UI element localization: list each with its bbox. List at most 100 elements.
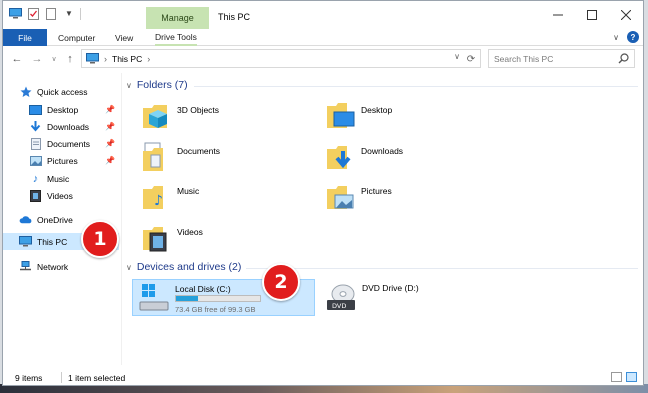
sidebar-item-quick-access[interactable]: Quick access [3, 83, 119, 100]
folder-label: Videos [177, 227, 203, 237]
back-button[interactable]: ← [10, 52, 24, 66]
search-placeholder: Search This PC [494, 53, 554, 64]
breadcrumb-this-pc[interactable]: This PC [112, 54, 142, 64]
tab-view[interactable]: View [115, 29, 133, 46]
file-explorer-window: ▼ Manage This PC File Computer View Driv… [2, 0, 644, 386]
minimize-icon [553, 14, 563, 16]
sidebar-item-desktop[interactable]: Desktop 📌 [3, 101, 119, 118]
properties-icon[interactable] [26, 7, 40, 20]
document-icon [29, 137, 42, 150]
breadcrumb-separator-icon: › [104, 53, 107, 64]
annotation-badge-2: 2 [262, 263, 300, 301]
qat-dropdown-icon[interactable]: ▼ [62, 7, 76, 20]
folder-videos[interactable]: Videos [141, 218, 311, 258]
recent-locations-button[interactable]: ∨ [47, 52, 61, 66]
folder-pictures[interactable]: Pictures [325, 177, 495, 217]
sidebar-item-label: Desktop [47, 104, 79, 115]
address-bar[interactable]: › This PC › ∨ ⟳ [81, 49, 481, 68]
sidebar-item-videos[interactable]: Videos [3, 187, 119, 204]
tab-file[interactable]: File [3, 29, 47, 46]
details-view-icon[interactable] [611, 372, 622, 382]
sidebar-item-label: Network [37, 261, 69, 272]
download-icon [29, 120, 42, 133]
chevron-down-icon: ∨ [126, 262, 132, 272]
pin-icon[interactable]: 📌 [105, 139, 115, 148]
status-selection: 1 item selected [68, 372, 126, 383]
minimize-button[interactable] [542, 5, 574, 25]
group-divider [246, 268, 638, 269]
close-icon [621, 10, 631, 20]
arrow-right-icon: → [31, 53, 43, 65]
drive-usage-fill [176, 296, 198, 301]
chevron-down-icon: ∨ [51, 56, 57, 63]
desktop-folder-icon [325, 100, 355, 132]
manage-tab[interactable]: Manage [146, 7, 209, 29]
tab-computer[interactable]: Computer [58, 29, 95, 46]
group-title: Devices and drives (2) [136, 261, 242, 273]
up-button[interactable]: ↑ [63, 52, 77, 66]
pin-icon[interactable]: 📌 [105, 105, 115, 114]
sidebar-item-network[interactable]: Network [3, 258, 119, 275]
network-icon [19, 261, 32, 273]
downloads-folder-icon [325, 141, 355, 173]
sidebar-item-pictures[interactable]: Pictures 📌 [3, 152, 119, 169]
help-icon[interactable]: ? [627, 31, 639, 43]
sidebar-item-label: Documents [47, 138, 90, 149]
folder-label: Pictures [361, 186, 392, 196]
sidebar-item-label: This PC [37, 236, 68, 247]
sidebar-item-label: Pictures [47, 155, 78, 166]
folder-label: Downloads [361, 146, 404, 156]
folder-desktop[interactable]: Desktop [325, 96, 495, 136]
tab-drive-tools[interactable]: Drive Tools [155, 29, 197, 46]
folder-3d-objects[interactable]: 3D Objects [141, 96, 311, 136]
computer-icon [8, 7, 22, 20]
pin-icon[interactable]: 📌 [105, 156, 115, 165]
annotation-badge-1: 1 [81, 220, 119, 258]
folders-group-header[interactable]: ∨ Folders (7) [126, 79, 188, 91]
computer-icon [19, 236, 32, 248]
large-icons-view-icon[interactable] [626, 372, 637, 382]
arrow-up-icon: ↑ [67, 53, 73, 65]
pin-icon[interactable]: 📌 [105, 122, 115, 131]
windows-drive-icon [139, 284, 169, 312]
cloud-icon [19, 214, 32, 226]
drive-usage-bar [175, 295, 261, 302]
folder-label: Documents [177, 146, 220, 156]
sidebar-item-label: Music [47, 173, 70, 184]
sidebar-item-label: Videos [47, 190, 73, 201]
qat-separator [80, 7, 81, 20]
new-folder-icon[interactable] [44, 7, 58, 20]
status-separator [61, 372, 62, 383]
expand-ribbon-icon[interactable]: ∨ [613, 33, 619, 42]
forward-button[interactable]: → [30, 52, 44, 66]
ribbon-right-controls: ∨ ? [613, 31, 639, 43]
sidebar-item-label: Quick access [37, 86, 88, 97]
address-dropdown-icon[interactable]: ∨ [454, 52, 460, 61]
maximize-icon [587, 10, 597, 20]
folder-documents[interactable]: Documents [141, 137, 311, 177]
svg-text:♪: ♪ [154, 193, 163, 209]
folder-downloads[interactable]: Downloads [325, 137, 495, 177]
drive-name: DVD Drive (D:) [362, 283, 419, 293]
breadcrumb-separator-icon: › [147, 53, 151, 64]
search-input[interactable]: Search This PC [488, 49, 635, 68]
group-divider [194, 86, 638, 87]
drive-free-space: 73.4 GB free of 99.3 GB [175, 305, 256, 314]
close-button[interactable] [610, 5, 642, 25]
folder-music[interactable]: ♪ Music [141, 177, 311, 217]
music-icon: ♪ [32, 172, 39, 185]
drive-dvd-d[interactable]: DVD DVD Drive (D:) [320, 279, 490, 316]
sidebar-item-music[interactable]: ♪ Music [3, 170, 119, 187]
pictures-folder-icon [325, 181, 355, 213]
folder-label: Desktop [361, 105, 393, 115]
refresh-icon[interactable]: ⟳ [464, 52, 478, 66]
maximize-button[interactable] [576, 5, 608, 25]
sidebar-item-documents[interactable]: Documents 📌 [3, 135, 119, 152]
folder-label: 3D Objects [177, 105, 220, 115]
drives-group-header[interactable]: ∨ Devices and drives (2) [126, 261, 241, 273]
view-switcher [611, 372, 637, 382]
sidebar-item-label: Downloads [47, 121, 90, 132]
sidebar-item-label: OneDrive [37, 214, 73, 225]
music-folder-icon: ♪ [141, 181, 171, 213]
sidebar-item-downloads[interactable]: Downloads 📌 [3, 118, 119, 135]
